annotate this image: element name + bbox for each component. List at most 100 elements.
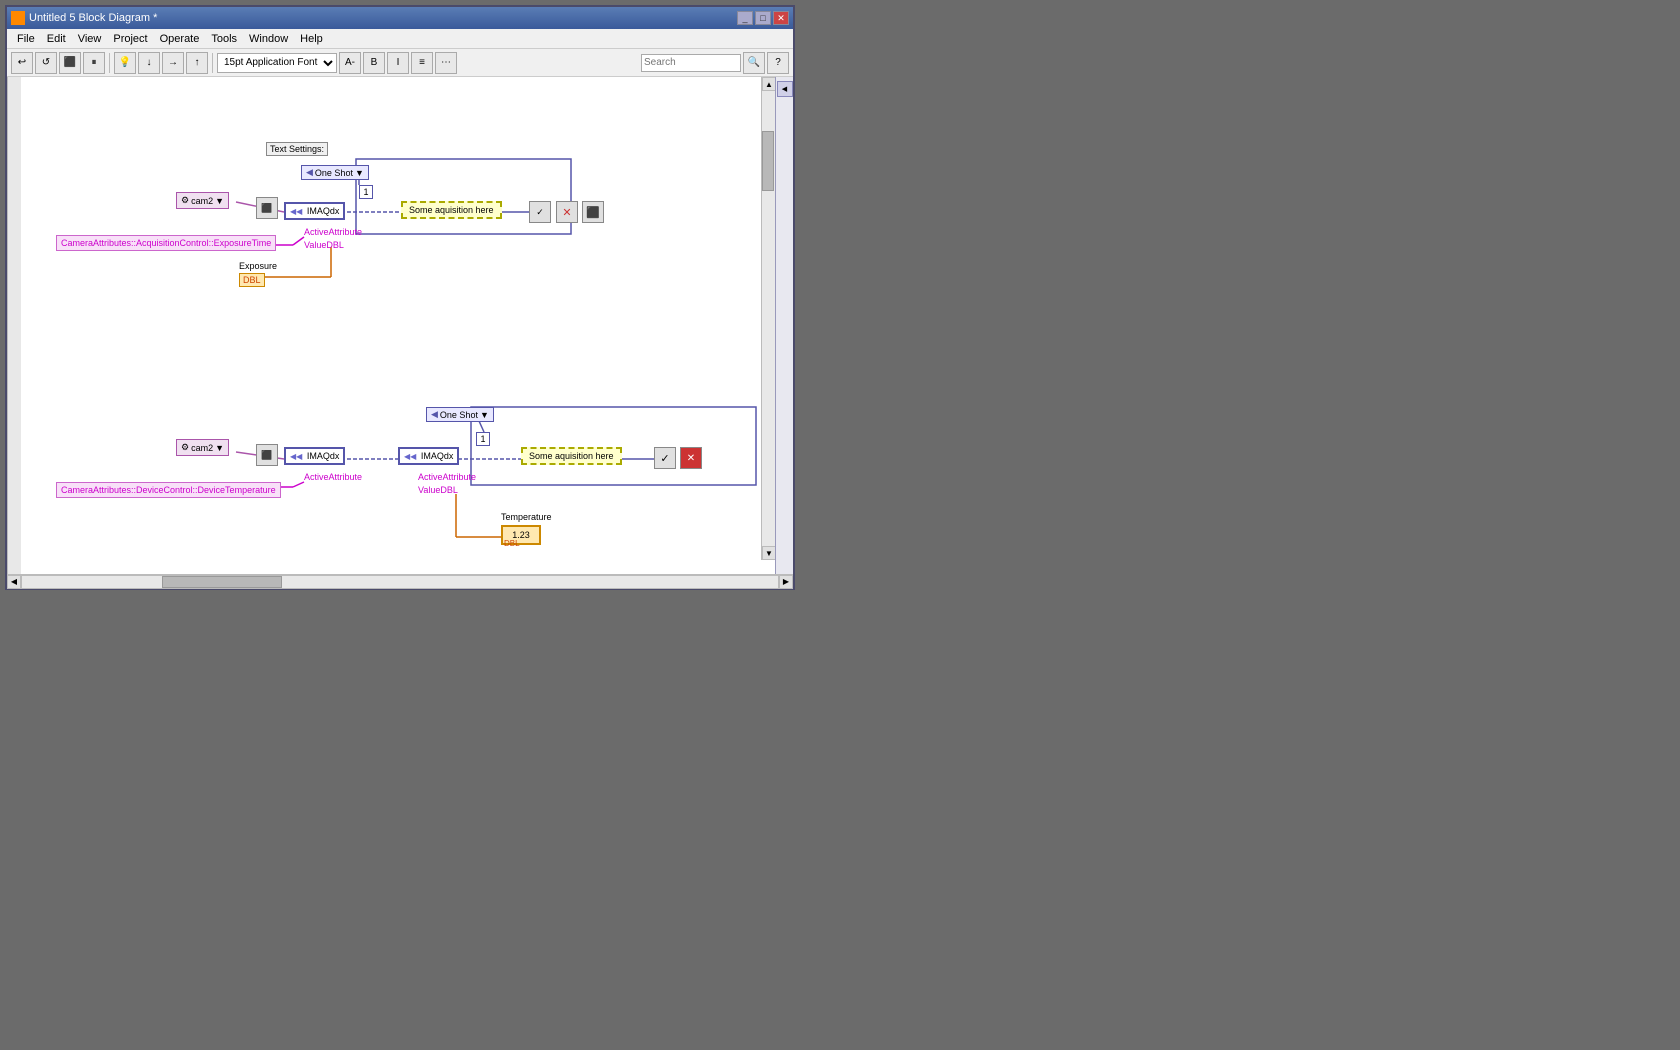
font-bold[interactable]: B: [363, 52, 385, 74]
stop-icon-top: ⬛: [256, 197, 278, 219]
imaq-bottom-l-arrow: ◀◀: [290, 452, 302, 461]
menu-help[interactable]: Help: [294, 33, 329, 45]
acquisition-bottom[interactable]: Some aquisition here: [521, 447, 622, 465]
text-settings-label: Text Settings:: [266, 142, 328, 156]
imaq-top-label: IMAQdx: [307, 206, 340, 216]
search-button[interactable]: 🔍: [743, 52, 765, 74]
scroll-up-button[interactable]: ▲: [762, 77, 775, 91]
extra-icon-top[interactable]: ⬛: [582, 201, 604, 223]
minimize-button[interactable]: _: [737, 11, 753, 25]
stop-button-bottom[interactable]: ✓: [654, 447, 676, 469]
scroll-thumb-vertical[interactable]: [762, 131, 774, 191]
imaq-top-arrow: ◀◀: [290, 207, 302, 216]
active-attribute-bottom-left: ActiveAttribute: [304, 472, 362, 482]
right-panel: ◀: [775, 77, 793, 574]
diagram-canvas: Text Settings: ◀ One Shot ▼ 1 ⚙ cam2 ▼: [21, 77, 775, 574]
one-shot-bottom-label: One Shot: [440, 410, 478, 420]
stop-button-top[interactable]: ✓: [529, 201, 551, 223]
scroll-thumb-horizontal[interactable]: [162, 576, 282, 588]
iteration-num-top: 1: [359, 185, 373, 199]
cam2-bottom-icon: ⚙: [181, 442, 189, 453]
acquisition-bottom-label: Some aquisition here: [529, 451, 614, 461]
one-shot-top-dropdown[interactable]: ◀ One Shot ▼: [301, 165, 369, 180]
menu-project[interactable]: Project: [107, 33, 153, 45]
cam-attribute-bottom: CameraAttributes::DeviceControl::DeviceT…: [56, 482, 281, 498]
step-out-button[interactable]: ↑: [186, 52, 208, 74]
search-input[interactable]: [641, 54, 741, 72]
active-attribute-bottom-right: ActiveAttribute: [418, 472, 476, 482]
main-window: Untitled 5 Block Diagram * _ □ ✕ File Ed…: [5, 5, 795, 590]
imaq-block-top[interactable]: ◀◀ IMAQdx: [284, 202, 345, 220]
scrollbar-horizontal[interactable]: [21, 575, 779, 589]
stop-icon-bottom-glyph: ✓: [660, 452, 669, 465]
scroll-left-button[interactable]: ◀: [7, 575, 21, 589]
acquisition-top[interactable]: Some aquisition here: [401, 201, 502, 219]
scrollbar-vertical[interactable]: ▲ ▼: [761, 77, 775, 560]
one-shot-top-chevron: ▼: [355, 168, 364, 178]
title-bar: Untitled 5 Block Diagram * _ □ ✕: [7, 7, 793, 29]
menu-edit[interactable]: Edit: [41, 33, 72, 45]
app-icon: [11, 11, 25, 25]
menu-window[interactable]: Window: [243, 33, 294, 45]
cam2-node-top[interactable]: ⚙ cam2 ▼: [176, 192, 229, 209]
separator-2: [212, 53, 213, 73]
canvas-area[interactable]: Text Settings: ◀ One Shot ▼ 1 ⚙ cam2 ▼: [21, 77, 775, 574]
scroll-down-button[interactable]: ▼: [762, 546, 775, 560]
exposure-label: Exposure: [239, 261, 277, 271]
one-shot-bottom-dropdown[interactable]: ◀ One Shot ▼: [426, 407, 494, 422]
close-button[interactable]: ✕: [773, 11, 789, 25]
one-shot-top-arrow: ◀: [306, 167, 313, 178]
step-into-button[interactable]: ↓: [138, 52, 160, 74]
help-button[interactable]: ?: [767, 52, 789, 74]
cam2-top-arrow: ▼: [215, 196, 224, 206]
left-side-panel: [7, 77, 21, 574]
step-over-button[interactable]: →: [162, 52, 184, 74]
cam-attribute-top: CameraAttributes::AcquisitionControl::Ex…: [56, 235, 276, 251]
value-dbl-bottom-right: ValueDBL: [418, 485, 458, 495]
imaq-block-bottom-right[interactable]: ◀◀ IMAQdx: [398, 447, 459, 465]
cam2-bottom-arrow: ▼: [215, 443, 224, 453]
highlight-button[interactable]: 💡: [114, 52, 136, 74]
bottom-bar: ◀ ▶: [7, 574, 793, 588]
scroll-right-button[interactable]: ▶: [779, 575, 793, 589]
cam2-bottom-label: cam2: [191, 443, 213, 453]
menu-tools[interactable]: Tools: [205, 33, 243, 45]
menu-operate[interactable]: Operate: [154, 33, 206, 45]
temperature-dbl: DBL: [504, 539, 520, 548]
align-left[interactable]: ≡: [411, 52, 433, 74]
imaq-bottom-l-label: IMAQdx: [307, 451, 340, 461]
cam2-node-bottom[interactable]: ⚙ cam2 ▼: [176, 439, 229, 456]
maximize-button[interactable]: □: [755, 11, 771, 25]
font-dropdown[interactable]: 15pt Application Font: [217, 53, 337, 73]
extra-icon-top-glyph: ⬛: [586, 206, 600, 219]
one-shot-top-label: One Shot: [315, 168, 353, 178]
font-italic[interactable]: I: [387, 52, 409, 74]
cam2-top-label: cam2: [191, 196, 213, 206]
separator-1: [109, 53, 110, 73]
cam2-top-icon: ⚙: [181, 195, 189, 206]
close-icon-bottom: ✕: [687, 453, 695, 464]
stop-icon-svg: ✓: [536, 207, 544, 218]
more-options[interactable]: ⋯: [435, 52, 457, 74]
imaq-bottom-r-label: IMAQdx: [421, 451, 454, 461]
right-panel-btn-1[interactable]: ◀: [777, 81, 793, 97]
window-controls: _ □ ✕: [737, 11, 789, 25]
iteration-num-bottom: 1: [476, 432, 490, 446]
menu-file[interactable]: File: [11, 33, 41, 45]
abort-button[interactable]: ⬛: [59, 52, 81, 74]
menu-view[interactable]: View: [72, 33, 108, 45]
dbl-box-top: DBL: [239, 273, 265, 287]
value-dbl-top: ValueDBL: [304, 240, 344, 250]
one-shot-bottom-chevron: ▼: [480, 410, 489, 420]
imaq-block-bottom-left[interactable]: ◀◀ IMAQdx: [284, 447, 345, 465]
acquisition-top-label: Some aquisition here: [409, 205, 494, 215]
close-button-top[interactable]: ✕: [556, 201, 578, 223]
pause-button[interactable]: ⏸: [83, 52, 105, 74]
close-button-bottom[interactable]: ✕: [680, 447, 702, 469]
run-button[interactable]: ↩: [11, 52, 33, 74]
font-size-down[interactable]: A-: [339, 52, 361, 74]
active-attribute-top: ActiveAttribute: [304, 227, 362, 237]
imaq-bottom-r-arrow: ◀◀: [404, 452, 416, 461]
run-continuously-button[interactable]: ↺: [35, 52, 57, 74]
window-title: Untitled 5 Block Diagram *: [29, 12, 737, 24]
